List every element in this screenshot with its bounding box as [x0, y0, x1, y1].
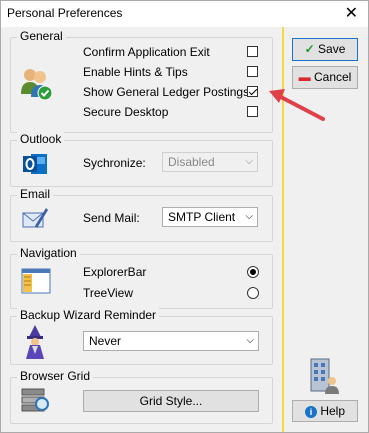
explorerbar-label[interactable]: ExplorerBar	[83, 265, 146, 279]
checkmark-icon: ✓	[304, 42, 315, 56]
users-check-icon	[21, 69, 53, 101]
confirm-exit-checkbox[interactable]	[247, 46, 258, 57]
treeview-radio[interactable]	[247, 287, 259, 299]
grid-db-icon	[21, 388, 49, 412]
outlook-legend: Outlook	[17, 132, 65, 146]
building-user-icon	[310, 358, 339, 394]
secure-desktop-checkbox[interactable]	[247, 106, 258, 117]
red-arrow-icon	[269, 89, 325, 121]
explorerbar-radio[interactable]	[247, 266, 259, 278]
help-button[interactable]: i Help	[292, 400, 358, 422]
wizard-icon	[26, 325, 44, 359]
backup-legend: Backup Wizard Reminder	[17, 308, 160, 322]
info-icon: i	[304, 406, 317, 418]
gl-postings-label[interactable]: Show General Ledger Postings	[83, 85, 249, 99]
secure-desktop-label[interactable]: Secure Desktop	[83, 105, 168, 119]
email-group: Email Send Mail: SMTP Client ⌵	[10, 187, 273, 242]
backup-group: Backup Wizard Reminder Never ⌵	[10, 308, 273, 365]
help-button-label: Help	[320, 404, 346, 418]
close-icon[interactable]: ✕	[345, 3, 358, 23]
sync-select-value: Disabled	[168, 155, 215, 169]
sync-label: Sychronize:	[83, 156, 146, 170]
save-button[interactable]: ✓ Save	[292, 38, 358, 61]
browser-grid-group: Browser Grid Grid Style...	[10, 369, 273, 424]
send-mail-label: Send Mail:	[83, 211, 140, 225]
sync-select[interactable]: Disabled ⌵	[162, 152, 258, 172]
grid-style-button[interactable]: Grid Style...	[83, 390, 259, 412]
backup-reminder-value: Never	[89, 334, 122, 348]
navigation-legend: Navigation	[17, 246, 80, 260]
email-legend: Email	[17, 187, 54, 201]
backup-reminder-select[interactable]: Never ⌵	[83, 331, 259, 351]
chevron-down-icon: ⌵	[246, 335, 254, 346]
navigation-group: Navigation ExplorerBar TreeView	[10, 246, 273, 309]
general-legend: General	[17, 29, 66, 43]
general-group: General Confirm Application Exit Enable …	[10, 29, 273, 133]
gl-postings-checkbox[interactable]	[247, 86, 258, 97]
minus-icon: ▬	[298, 70, 311, 84]
outlook-group: Outlook Sychronize: Disabled ⌵	[10, 132, 273, 187]
hints-tips-checkbox[interactable]	[247, 66, 258, 77]
hints-tips-label[interactable]: Enable Hints & Tips	[83, 65, 188, 79]
confirm-exit-label[interactable]: Confirm Application Exit	[83, 45, 210, 59]
preferences-window: Personal Preferences ✕ General Confirm A…	[0, 0, 369, 433]
chevron-down-icon: ⌵	[245, 211, 253, 222]
outlook-icon	[23, 154, 47, 174]
window-title: Personal Preferences	[7, 6, 123, 20]
treeview-label[interactable]: TreeView	[83, 286, 133, 300]
mail-pen-icon	[22, 208, 48, 228]
send-mail-select[interactable]: SMTP Client ⌵	[162, 207, 258, 227]
cancel-button-label: Cancel	[313, 70, 352, 84]
save-button-label: Save	[318, 42, 346, 56]
chevron-down-icon: ⌵	[245, 156, 253, 167]
browser-grid-legend: Browser Grid	[17, 369, 94, 383]
send-mail-value: SMTP Client	[168, 210, 236, 224]
title-bar: Personal Preferences ✕	[1, 1, 368, 27]
explorer-window-icon	[21, 268, 51, 294]
